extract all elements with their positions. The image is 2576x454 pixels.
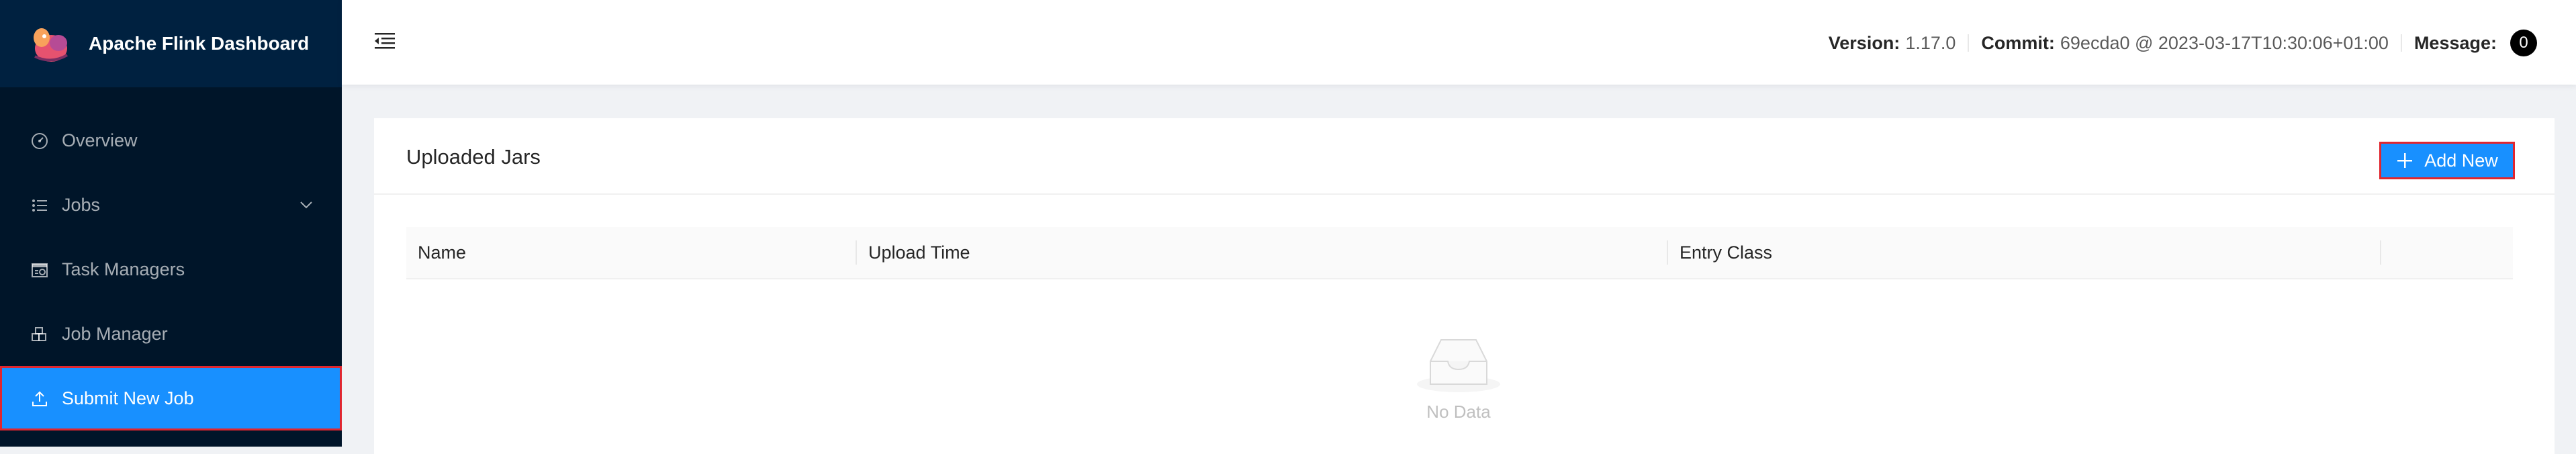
sidebar-item-label: Job Manager <box>62 323 168 344</box>
sidebar: Apache Flink Dashboard Overview Jobs Tas… <box>0 0 342 447</box>
flink-squirrel-icon <box>34 28 68 62</box>
empty-text: No Data <box>1426 402 1491 422</box>
version-info: Version: 1.17.0 <box>1816 32 1968 54</box>
empty-state: No Data <box>1390 329 1527 430</box>
app-title: Apache Flink Dashboard <box>89 33 310 54</box>
message-count-badge[interactable]: 0 <box>2510 30 2537 56</box>
column-header-actions <box>2381 227 2513 278</box>
sidebar-item-task-managers[interactable]: Task Managers <box>0 237 342 302</box>
card-title: Uploaded Jars <box>406 145 541 169</box>
add-new-label: Add New <box>2424 150 2498 171</box>
commit-label: Commit: <box>1981 33 2055 53</box>
message-info[interactable]: Message: 0 <box>2402 30 2549 56</box>
sidebar-logo[interactable]: Apache Flink Dashboard <box>0 0 342 87</box>
unordered-list-icon <box>32 199 47 212</box>
sidebar-item-label: Task Managers <box>62 259 185 279</box>
sidebar-item-label: Overview <box>62 130 138 150</box>
version-value: 1.17.0 <box>1905 33 1956 53</box>
schedule-icon <box>32 263 48 277</box>
sidebar-item-label: Jobs <box>62 194 101 215</box>
sidebar-item-label: Submit New Job <box>62 388 194 408</box>
menu-fold-icon[interactable] <box>373 30 396 52</box>
commit-info: Commit: 69ecda0 @ 2023-03-17T10:30:06+01… <box>1969 32 2401 54</box>
version-label: Version: <box>1828 33 1900 53</box>
dashboard-icon <box>32 133 48 149</box>
card-header: Uploaded Jars <box>374 118 2555 195</box>
column-header-upload-time[interactable]: Upload Time <box>857 227 1667 278</box>
plus-icon <box>2397 153 2413 168</box>
upload-icon <box>32 391 47 406</box>
add-new-button[interactable]: Add New <box>2379 142 2515 179</box>
empty-inbox-icon <box>1417 339 1500 392</box>
column-header-name[interactable]: Name <box>406 227 856 278</box>
table-header: Name Upload Time Entry Class <box>406 227 2513 279</box>
build-icon <box>32 327 46 341</box>
message-label: Message: <box>2413 33 2497 53</box>
sidebar-item-overview[interactable]: Overview <box>0 108 342 173</box>
sidebar-item-jobs[interactable]: Jobs <box>0 173 342 237</box>
column-header-entry-class[interactable]: Entry Class <box>1668 227 2380 278</box>
header-info: Version: 1.17.0 Commit: 69ecda0 @ 2023-0… <box>1816 30 2549 56</box>
app-root: Apache Flink Dashboard Overview Jobs Tas… <box>0 0 2576 454</box>
sidebar-item-job-manager[interactable]: Job Manager <box>0 302 342 366</box>
sidebar-item-submit-new-job[interactable]: Submit New Job <box>0 366 342 430</box>
chevron-down-icon <box>300 201 312 209</box>
commit-value: 69ecda0 @ 2023-03-17T10:30:06+01:00 <box>2060 33 2389 53</box>
